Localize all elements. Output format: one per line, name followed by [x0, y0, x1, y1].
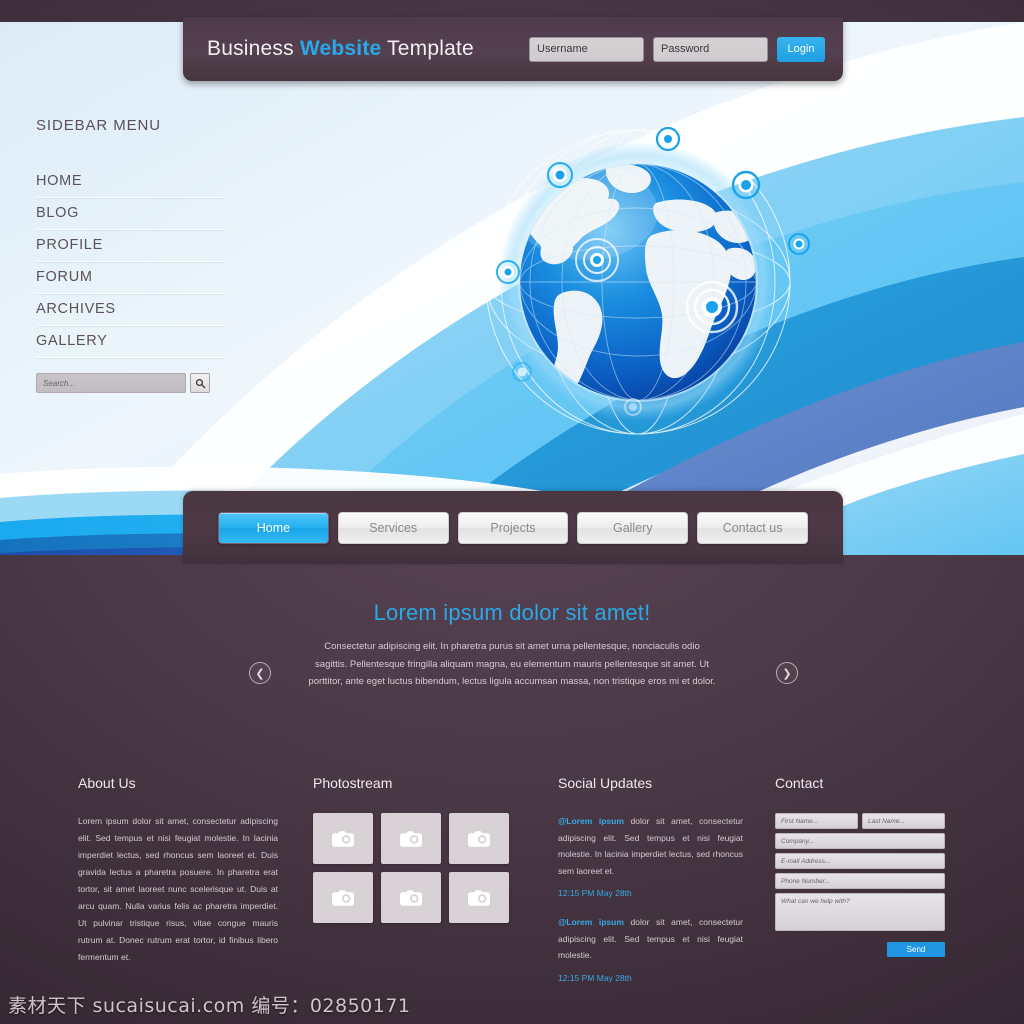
nav-tab-gallery[interactable]: Gallery — [577, 511, 689, 544]
company-field[interactable] — [775, 833, 945, 849]
nav-tab-contact-us[interactable]: Contact us — [697, 511, 808, 544]
photostream-grid — [313, 813, 528, 923]
nav-tab-projects[interactable]: Projects — [457, 511, 569, 544]
slider-body-text: Consectetur adipiscing elit. In pharetra… — [308, 641, 716, 688]
about-text: Lorem ipsum dolor sit amet, consectetur … — [78, 816, 278, 962]
search-button[interactable] — [190, 373, 210, 393]
photostream-thumb[interactable] — [313, 872, 373, 923]
last-name-field[interactable] — [862, 813, 945, 829]
social-update-item: @Lorem ipsum dolor sit amet, consectetur… — [558, 813, 743, 879]
sidebar: SIDEBAR MENU HOME BLOG PROFILE FORUM ARC… — [36, 117, 226, 393]
title-part-pre: Business — [207, 37, 300, 60]
sidebar-search — [36, 373, 226, 393]
phone-field[interactable] — [775, 873, 945, 889]
photostream-title: Photostream — [313, 775, 393, 791]
footer-column-contact: Contact Send — [775, 775, 945, 957]
main-navigation: Home Services Projects Gallery Contact u… — [183, 491, 843, 564]
login-button[interactable]: Login — [777, 36, 825, 62]
page-title: Business Website Template — [207, 37, 474, 61]
username-field[interactable] — [529, 36, 644, 62]
site-header: Business Website Template Login — [183, 17, 843, 81]
sidebar-title: SIDEBAR MENU — [36, 117, 161, 134]
social-timestamp: 12:15 PM May 28th — [558, 972, 632, 983]
camera-icon — [400, 830, 422, 847]
camera-icon — [468, 889, 490, 906]
search-input[interactable] — [36, 373, 186, 393]
globe-illustration — [466, 117, 826, 462]
camera-icon — [332, 830, 354, 847]
first-name-field[interactable] — [775, 813, 858, 829]
title-part-post: Template — [381, 37, 474, 60]
photostream-thumb[interactable] — [381, 813, 441, 864]
message-field[interactable] — [775, 893, 945, 931]
sidebar-item-forum[interactable]: FORUM — [36, 262, 226, 294]
search-icon — [195, 378, 205, 388]
sidebar-item-home[interactable]: HOME — [36, 166, 226, 198]
social-handle[interactable]: @Lorem ipsum — [558, 917, 624, 927]
camera-icon — [332, 889, 354, 906]
contact-title: Contact — [775, 775, 824, 791]
camera-icon — [400, 889, 422, 906]
photostream-thumb[interactable] — [313, 813, 373, 864]
title-part-accent: Website — [299, 37, 382, 60]
nav-tab-home[interactable]: Home — [218, 511, 329, 544]
password-field[interactable] — [653, 36, 768, 62]
hero-slider: Lorem ipsum dolor sit amet! Consectetur … — [0, 600, 1024, 691]
email-field[interactable] — [775, 853, 945, 869]
social-title: Social Updates — [558, 775, 653, 791]
contact-name-row — [775, 813, 945, 833]
photostream-thumb[interactable] — [381, 872, 441, 923]
slider-next-button[interactable]: ❯ — [776, 662, 798, 684]
chevron-right-icon: ❯ — [782, 667, 792, 680]
slider-title: Lorem ipsum dolor sit amet! — [373, 600, 651, 625]
footer-column-photostream: Photostream — [313, 775, 528, 923]
social-handle[interactable]: @Lorem ipsum — [558, 816, 624, 826]
sidebar-item-gallery[interactable]: GALLERY — [36, 326, 226, 358]
photostream-thumb[interactable] — [449, 813, 509, 864]
social-timestamp: 12:15 PM May 28th — [558, 888, 632, 899]
slider-prev-button[interactable]: ❮ — [249, 662, 271, 684]
photostream-thumb[interactable] — [449, 872, 509, 923]
hero-panel: SIDEBAR MENU HOME BLOG PROFILE FORUM ARC… — [0, 22, 1024, 555]
social-update-item: @Lorem ipsum dolor sit amet, consectetur… — [558, 914, 743, 964]
watermark: 素材天下 sucaisucai.com 编号：02850171 — [8, 995, 411, 1017]
nav-tab-services[interactable]: Services — [337, 511, 449, 544]
sidebar-item-archives[interactable]: ARCHIVES — [36, 294, 226, 326]
about-title: About Us — [78, 775, 136, 791]
footer: About Us Lorem ipsum dolor sit amet, con… — [0, 775, 1024, 985]
login-area: Login — [529, 36, 825, 62]
camera-icon — [468, 830, 490, 847]
footer-column-social: Social Updates @Lorem ipsum dolor sit am… — [558, 775, 743, 999]
chevron-left-icon: ❮ — [255, 667, 265, 680]
sidebar-item-blog[interactable]: BLOG — [36, 198, 226, 230]
send-button[interactable]: Send — [887, 942, 945, 957]
sidebar-item-profile[interactable]: PROFILE — [36, 230, 226, 262]
footer-column-about: About Us Lorem ipsum dolor sit amet, con… — [78, 775, 278, 966]
